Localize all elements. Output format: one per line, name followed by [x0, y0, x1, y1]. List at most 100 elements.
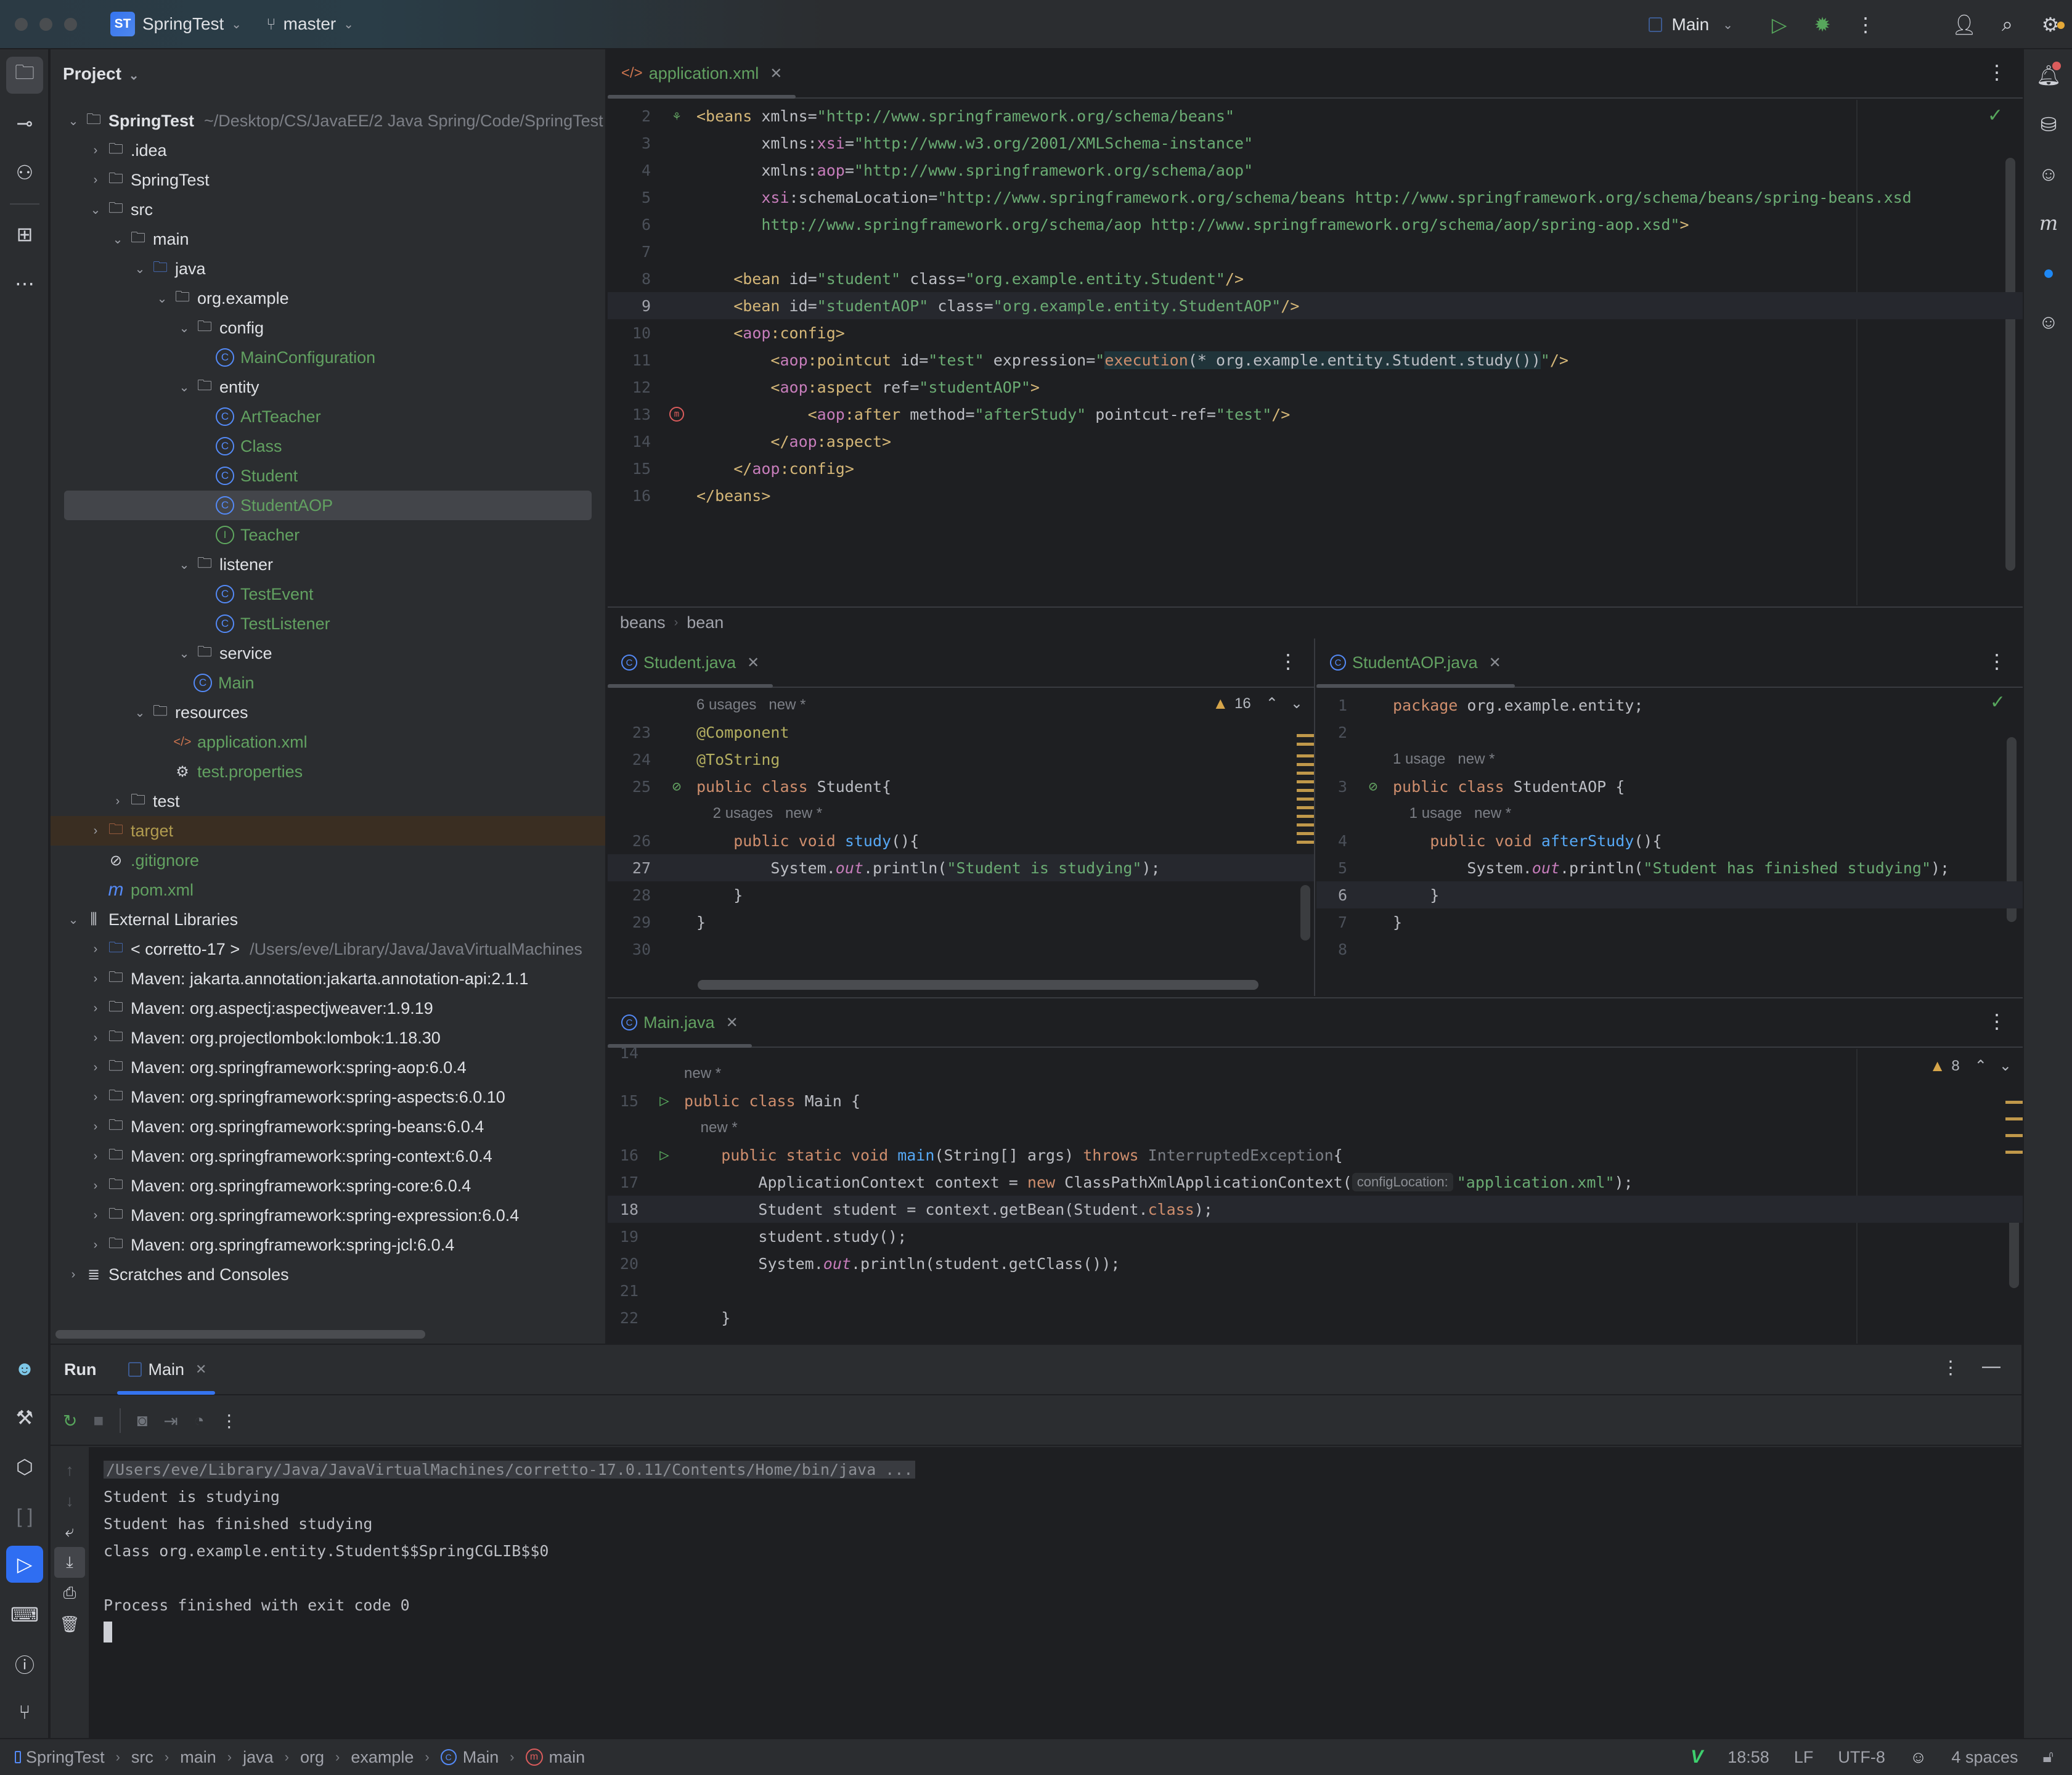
tree-item[interactable]: C Student: [51, 461, 605, 491]
structure-tool-button[interactable]: ⊞: [6, 216, 43, 253]
chevron-down-icon[interactable]: ⌄: [153, 291, 171, 306]
tree-item[interactable]: › 🗀 SpringTest: [51, 165, 605, 195]
chevron-right-icon[interactable]: ›: [64, 1268, 83, 1282]
usages-hint[interactable]: 1 usage new *: [1409, 805, 1511, 822]
code-area[interactable]: 6 usages new * 23 @Component 24 @ToString …: [608, 692, 1314, 963]
notifications-button[interactable]: 🔔︎: [2030, 57, 2067, 94]
breadcrumb-item[interactable]: src: [131, 1748, 153, 1767]
console-output[interactable]: /Users/eve/Library/Java/JavaVirtualMachi…: [89, 1447, 2021, 1738]
tab-main-java[interactable]: C Main.java ✕: [608, 998, 752, 1048]
close-tab-icon[interactable]: ✕: [770, 65, 782, 83]
build-tool-button[interactable]: ⚒: [6, 1399, 43, 1436]
tree-item[interactable]: ⌄ ⫼ External Libraries: [51, 905, 605, 934]
copilot-chat-button[interactable]: ☺: [2030, 303, 2067, 340]
scroll-up-icon[interactable]: ↑: [51, 1455, 89, 1485]
spring-bean-gutter-icon[interactable]: ⊘: [1369, 778, 1377, 795]
horizontal-scrollbar[interactable]: [698, 980, 1258, 990]
close-tab-icon[interactable]: ✕: [1489, 654, 1501, 672]
more-actions-icon[interactable]: ⋮: [1844, 13, 1887, 36]
close-tab-icon[interactable]: ✕: [195, 1361, 206, 1377]
chevron-right-icon[interactable]: ›: [86, 1209, 105, 1223]
tree-item[interactable]: C TestEvent: [51, 579, 605, 609]
breadcrumb-item[interactable]: Main: [463, 1748, 499, 1767]
tree-item[interactable]: ⚙ test.properties: [51, 757, 605, 786]
tree-item[interactable]: ⌄ 🗀 org.example: [51, 284, 605, 313]
chevron-down-icon[interactable]: ⌄: [175, 646, 194, 661]
tree-item[interactable]: › 🗀 Maven: org.springframework:spring-aop:…: [51, 1053, 605, 1082]
screenshot-icon[interactable]: ◙: [137, 1411, 147, 1430]
spring-bean-gutter-icon[interactable]: ⊘: [672, 778, 681, 795]
console-command-line[interactable]: /Users/eve/Library/Java/JavaVirtualMachi…: [104, 1460, 916, 1479]
breadcrumb-item[interactable]: main: [180, 1748, 216, 1767]
usages-hint[interactable]: 2 usages new *: [713, 805, 822, 822]
code-area[interactable]: 2 ⚘ <beans xmlns= "http://www.springframewo…: [608, 102, 2023, 509]
chevron-right-icon[interactable]: ›: [108, 794, 127, 809]
chevron-down-icon[interactable]: ⌄: [175, 557, 194, 573]
rerun-icon[interactable]: ↻: [63, 1411, 77, 1431]
gopher-plugin-button[interactable]: ☻: [6, 1350, 43, 1387]
lock-icon[interactable]: 🔓︎: [2043, 1747, 2054, 1767]
code-area[interactable]: 14 new * 15 ▷ public class Main { new * 16…: [608, 1045, 2023, 1331]
tab-application-xml[interactable]: </> application.xml ✕: [608, 49, 796, 99]
chevron-right-icon[interactable]: ›: [86, 1149, 105, 1164]
author-hint[interactable]: new *: [701, 1119, 738, 1136]
file-encoding[interactable]: UTF-8: [1838, 1748, 1885, 1767]
tree-item[interactable]: ⌄ 🗀 java: [51, 254, 605, 284]
tree-item[interactable]: › 🗀 test: [51, 786, 605, 816]
indent-setting[interactable]: 4 spaces: [1951, 1748, 2018, 1767]
run-configuration-selector[interactable]: Main ⌄: [1648, 15, 1733, 35]
chevron-down-icon[interactable]: ⌄: [86, 202, 105, 218]
chevron-down-icon[interactable]: ⌄: [175, 320, 194, 336]
chevron-right-icon[interactable]: ›: [86, 1238, 105, 1252]
chevron-right-icon[interactable]: ›: [86, 1179, 105, 1193]
tree-item[interactable]: I Teacher: [51, 520, 605, 550]
tree-item[interactable]: C TestListener: [51, 609, 605, 639]
tree-item[interactable]: ⊘ .gitignore: [51, 846, 605, 875]
close-tab-icon[interactable]: ✕: [747, 654, 759, 672]
breadcrumb-beans[interactable]: beans: [620, 613, 666, 632]
json-tool-button[interactable]: [ ]: [6, 1498, 43, 1535]
chevron-right-icon[interactable]: ›: [86, 1002, 105, 1016]
database-button[interactable]: ⛁: [2030, 106, 2067, 143]
more-options-icon[interactable]: ⋮: [1987, 60, 2007, 84]
run-tab-main[interactable]: Main ✕: [117, 1344, 216, 1395]
run-tool-button[interactable]: ▷: [6, 1546, 43, 1583]
tree-item[interactable]: › 🗀 Maven: org.springframework:spring-expr…: [51, 1201, 605, 1230]
chevron-right-icon[interactable]: ›: [86, 1120, 105, 1134]
print-icon[interactable]: ⎙: [51, 1578, 89, 1609]
tree-item[interactable]: ⌄ 🗀 resources: [51, 698, 605, 727]
clear-console-icon[interactable]: 🗑︎: [51, 1609, 89, 1639]
tree-item[interactable]: › 🗀 Maven: org.aspectj:aspectjweaver:1.9.1…: [51, 994, 605, 1023]
usages-hint[interactable]: 6 usages new *: [696, 696, 806, 714]
more-options-icon[interactable]: ⋮: [1987, 1010, 2007, 1033]
breadcrumb-item[interactable]: java: [243, 1748, 274, 1767]
tree-item[interactable]: </> application.xml: [51, 727, 605, 757]
chevron-down-icon[interactable]: ⌄: [108, 232, 127, 247]
tree-item[interactable]: ⌄ 🗀 entity: [51, 372, 605, 402]
pull-requests-tool-button[interactable]: ⚇: [6, 154, 43, 191]
tree-item[interactable]: ⌄ 🗀 main: [51, 224, 605, 254]
commit-tool-button[interactable]: ⊸: [6, 105, 43, 142]
close-window-button[interactable]: [15, 17, 28, 31]
usages-hint[interactable]: 1 usage new *: [1393, 751, 1495, 768]
scroll-to-end-icon[interactable]: ⤓: [54, 1547, 85, 1578]
close-tab-icon[interactable]: ✕: [726, 1014, 738, 1032]
zoom-window-button[interactable]: [64, 17, 77, 31]
tree-item[interactable]: › 🗀 .idea: [51, 136, 605, 165]
tree-item[interactable]: › ≣ Scratches and Consoles: [51, 1260, 605, 1289]
tree-item[interactable]: › 🗀 Maven: org.springframework:spring-bean…: [51, 1112, 605, 1141]
chevron-down-icon[interactable]: ⌄: [175, 380, 194, 395]
tree-item[interactable]: › 🗀 Maven: org.springframework:spring-cont…: [51, 1141, 605, 1171]
tree-item[interactable]: ⌄ 🗀 SpringTest ~/Desktop/CS/JavaEE/2 Java S…: [51, 106, 605, 136]
chevron-down-icon[interactable]: ⌄: [64, 113, 83, 129]
tree-item[interactable]: ⌄ 🗀 config: [51, 313, 605, 343]
project-tool-button[interactable]: 🗀: [6, 57, 43, 94]
minimize-icon[interactable]: —: [1982, 1356, 2001, 1377]
more-options-icon[interactable]: ⋮: [1941, 1357, 1960, 1379]
add-user-icon[interactable]: 👤︎: [1943, 13, 1986, 36]
chat-button[interactable]: ●: [2030, 254, 2067, 291]
git-tool-button[interactable]: ⑂: [6, 1694, 43, 1731]
breadcrumb-item[interactable]: example: [351, 1748, 414, 1767]
line-separator[interactable]: LF: [1794, 1748, 1814, 1767]
chevron-down-icon[interactable]: ⌄: [131, 261, 149, 277]
